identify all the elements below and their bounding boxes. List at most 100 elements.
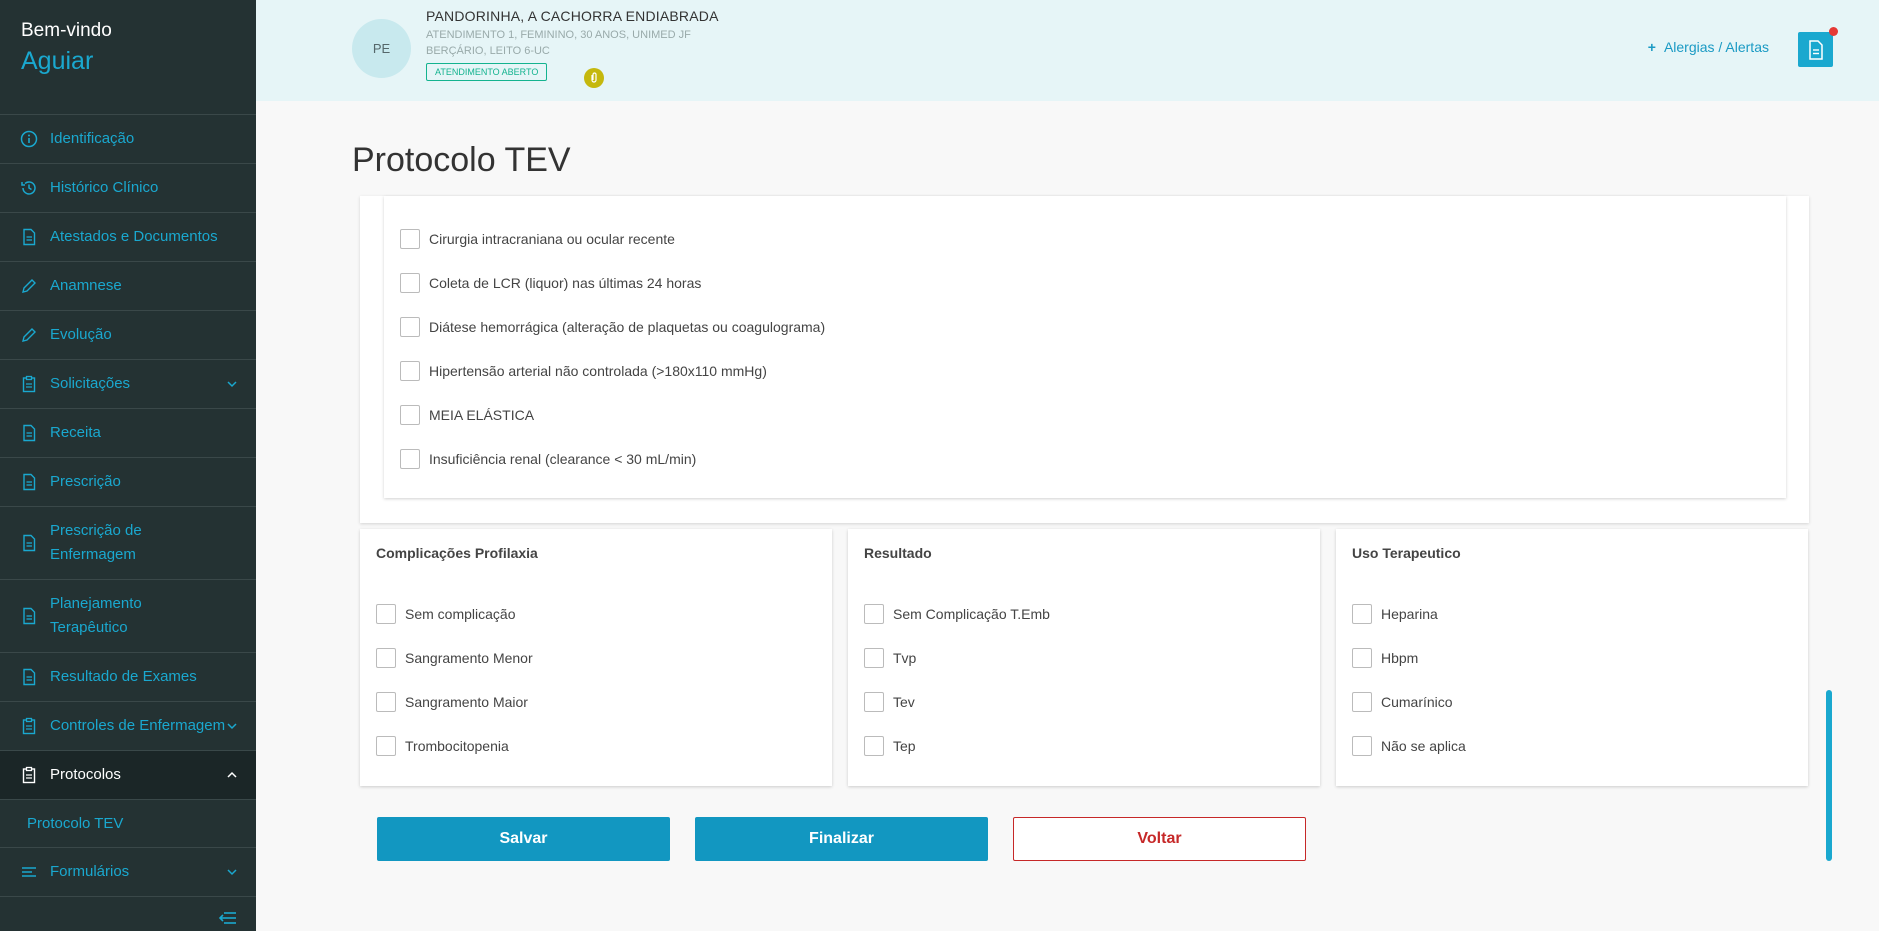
checkbox-item[interactable]: Diátese hemorrágica (alteração de plaque…: [400, 317, 825, 337]
checkbox-item[interactable]: Não se aplica: [1352, 736, 1466, 756]
sidebar-item-protocolos[interactable]: Protocolos: [0, 751, 256, 800]
checkbox-label: Insuficiência renal (clearance < 30 mL/m…: [429, 451, 697, 467]
sidebar-item-receita[interactable]: Receita: [0, 409, 256, 458]
checkbox-item[interactable]: Tvp: [864, 648, 916, 668]
sidebar-item-label: Receita: [50, 424, 101, 441]
checkbox-item[interactable]: Trombocitopenia: [376, 736, 509, 756]
patient-details-line2: BERÇÁRIO, LEITO 6-UC: [426, 45, 550, 57]
sidebar-item-controles-enfermagem[interactable]: Controles de Enfermagem: [0, 702, 256, 751]
sidebar-item-solicitacoes[interactable]: Solicitações: [0, 360, 256, 409]
checkbox-item[interactable]: Sangramento Menor: [376, 648, 533, 668]
checkbox-item[interactable]: Tep: [864, 736, 916, 756]
checkbox[interactable]: [400, 405, 420, 425]
checkbox[interactable]: [1352, 692, 1372, 712]
checkbox-item[interactable]: Tev: [864, 692, 915, 712]
sidebar-item-evolucao[interactable]: Evolução: [0, 311, 256, 360]
checkbox[interactable]: [400, 317, 420, 337]
checkbox-item[interactable]: Sem Complicação T.Emb: [864, 604, 1050, 624]
checkbox-item[interactable]: Cirurgia intracraniana ou ocular recente: [400, 229, 675, 249]
sidebar-item-label: Atestados e Documentos: [50, 228, 218, 245]
checkbox[interactable]: [400, 229, 420, 249]
finish-button[interactable]: Finalizar: [695, 817, 988, 861]
back-button[interactable]: Voltar: [1013, 817, 1306, 861]
checkbox[interactable]: [864, 604, 884, 624]
checkbox[interactable]: [400, 361, 420, 381]
sidebar-item-resultado-exames[interactable]: Resultado de Exames: [0, 653, 256, 702]
contraindications-section: Cirurgia intracraniana ou ocular recente…: [360, 196, 1809, 523]
checkbox[interactable]: [1352, 648, 1372, 668]
checkbox[interactable]: [376, 648, 396, 668]
scrollbar[interactable]: [1826, 690, 1832, 861]
sidebar-item-prescricao-enfermagem[interactable]: Prescrição de Enfermagem: [0, 507, 256, 580]
patient-header: PE PANDORINHA, A CACHORRA ENDIABRADA ATE…: [256, 0, 1879, 101]
attachment-icon[interactable]: [584, 68, 604, 88]
complicacoes-card: Complicações Profilaxia Sem complicação …: [360, 529, 832, 786]
checkbox-label: Cumarínico: [1381, 694, 1453, 710]
checkbox-label: Tep: [893, 738, 916, 754]
checkbox-label: Heparina: [1381, 606, 1438, 622]
sidebar-item-label: Solicitações: [50, 375, 131, 392]
card-title: Complicações Profilaxia: [376, 545, 538, 561]
checkbox-label: Coleta de LCR (liquor) nas últimas 24 ho…: [429, 275, 702, 291]
checkbox-item[interactable]: Hipertensão arterial não controlada (>18…: [400, 361, 767, 381]
document-icon: [20, 228, 38, 246]
pencil-icon: [20, 277, 38, 295]
allergies-alerts-link[interactable]: + Alergias / Alertas: [1648, 39, 1769, 55]
collapse-sidebar-icon[interactable]: [218, 909, 238, 927]
clipboard-icon: [20, 766, 38, 784]
checkbox[interactable]: [1352, 736, 1372, 756]
uso-terapeutico-card: Uso Terapeutico Heparina Hbpm Cumarínico…: [1336, 529, 1808, 786]
sidebar-item-identificacao[interactable]: Identificação: [0, 115, 256, 164]
checkbox-item[interactable]: Sangramento Maior: [376, 692, 528, 712]
checkbox-item[interactable]: MEIA ELÁSTICA: [400, 405, 534, 425]
sidebar-item-planejamento[interactable]: Planejamento Terapêutico: [0, 580, 256, 653]
checkbox-item[interactable]: Heparina: [1352, 604, 1438, 624]
checkbox-item[interactable]: Coleta de LCR (liquor) nas últimas 24 ho…: [400, 273, 701, 293]
checkbox[interactable]: [1352, 604, 1372, 624]
checkbox-label: Não se aplica: [1381, 738, 1466, 754]
welcome-block: Bem-vindo Aguiar: [0, 0, 256, 115]
sidebar-item-label: Prescrição: [50, 473, 121, 490]
checkbox[interactable]: [864, 648, 884, 668]
patient-details: ATENDIMENTO 1, FEMININO, 30 ANOS, UNIMED…: [426, 27, 719, 59]
avatar: PE: [352, 19, 411, 78]
checkbox[interactable]: [864, 692, 884, 712]
checkbox-item[interactable]: Insuficiência renal (clearance < 30 mL/m…: [400, 449, 696, 469]
checkbox[interactable]: [376, 692, 396, 712]
patient-details-line1: ATENDIMENTO 1, FEMININO, 30 ANOS, UNIMED…: [426, 29, 691, 41]
checkbox[interactable]: [400, 273, 420, 293]
checkbox-label: Cirurgia intracraniana ou ocular recente: [429, 231, 675, 247]
checkbox-label: MEIA ELÁSTICA: [429, 407, 535, 423]
checkbox[interactable]: [400, 449, 420, 469]
checkbox-label: Tvp: [893, 650, 917, 666]
save-button[interactable]: Salvar: [377, 817, 670, 861]
notification-dot: [1829, 27, 1838, 36]
sidebar-item-anamnese[interactable]: Anamnese: [0, 262, 256, 311]
user-name: Aguiar: [21, 47, 94, 75]
checkbox[interactable]: [864, 736, 884, 756]
patient-name: PANDORINHA, A CACHORRA ENDIABRADA: [426, 8, 719, 24]
checkbox-item[interactable]: Cumarínico: [1352, 692, 1453, 712]
checkbox-item[interactable]: Hbpm: [1352, 648, 1418, 668]
sidebar-subitem-protocolo-tev[interactable]: Protocolo TEV: [0, 800, 256, 848]
checkbox-label: Diátese hemorrágica (alteração de plaque…: [429, 319, 826, 335]
sidebar-item-label: Formulários: [50, 863, 130, 880]
card-title: Uso Terapeutico: [1352, 545, 1461, 561]
resultado-card: Resultado Sem Complicação T.Emb Tvp Tev …: [848, 529, 1320, 786]
checkbox[interactable]: [376, 604, 396, 624]
sidebar-item-atestados[interactable]: Atestados e Documentos: [0, 213, 256, 262]
plus-icon: +: [1647, 39, 1656, 55]
page-title: Protocolo TEV: [352, 141, 571, 179]
checkbox-item[interactable]: Sem complicação: [376, 604, 516, 624]
sidebar-item-label: Evolução: [50, 326, 112, 343]
document-icon: [20, 424, 38, 442]
status-badge: ATENDIMENTO ABERTO: [426, 63, 548, 81]
card-title: Resultado: [864, 545, 932, 561]
checkbox[interactable]: [376, 736, 396, 756]
contraindications-card: Cirurgia intracraniana ou ocular recente…: [384, 196, 1786, 498]
chevron-down-icon: [227, 723, 237, 730]
document-button[interactable]: [1798, 32, 1833, 67]
sidebar-item-formularios[interactable]: Formulários: [0, 848, 256, 897]
sidebar-item-prescricao[interactable]: Prescrição: [0, 458, 256, 507]
sidebar-item-historico[interactable]: Histórico Clínico: [0, 164, 256, 213]
